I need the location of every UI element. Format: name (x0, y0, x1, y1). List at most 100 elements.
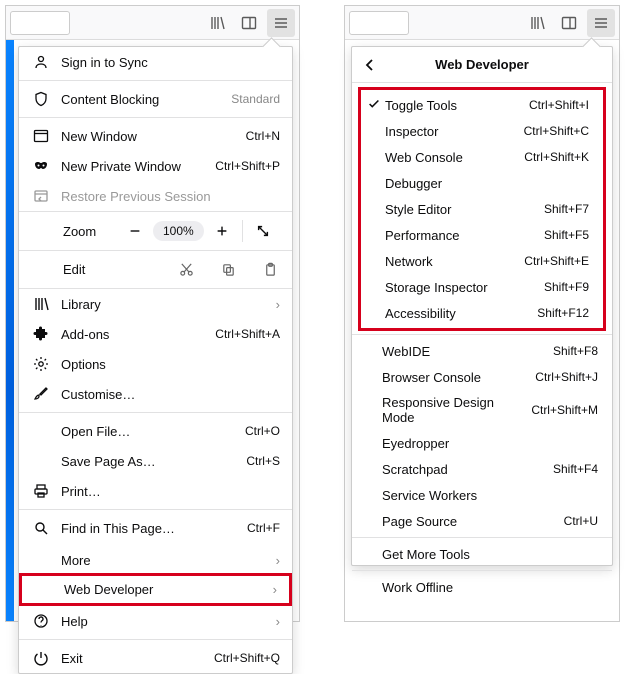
item-shortcut: Shift+F8 (553, 344, 598, 358)
more-item[interactable]: More › (19, 543, 292, 573)
exit-item[interactable]: Exit Ctrl+Shift+Q (19, 643, 292, 673)
service-workers-item[interactable]: Service Workers (352, 482, 612, 508)
chevron-right-icon: › (276, 553, 280, 568)
restore-label: Restore Previous Session (61, 189, 280, 204)
responsive-design-item[interactable]: Responsive Design Mode Ctrl+Shift+M (352, 390, 612, 430)
power-icon (33, 650, 49, 666)
item-shortcut: Shift+F9 (544, 280, 589, 294)
new-window-label: New Window (61, 129, 234, 144)
devtools-group-highlight: Toggle Tools Ctrl+Shift+I Inspector Ctrl… (358, 87, 606, 331)
sidebar-icon[interactable] (235, 9, 263, 37)
style-editor-item[interactable]: Style Editor Shift+F7 (361, 196, 603, 222)
customise-item[interactable]: Customise… (19, 379, 292, 409)
item-label: Work Offline (382, 580, 598, 595)
paste-button[interactable] (256, 256, 284, 284)
help-item[interactable]: Help › (19, 606, 292, 636)
item-shortcut: Shift+F5 (544, 228, 589, 242)
zoom-in-button[interactable] (206, 216, 238, 246)
content-blocking[interactable]: Content Blocking Standard (19, 84, 292, 114)
page-background-strip (6, 40, 14, 621)
get-more-tools-item[interactable]: Get More Tools (352, 541, 612, 567)
library-icon[interactable] (523, 9, 551, 37)
web-developer-item[interactable]: Web Developer › (19, 573, 292, 606)
exit-label: Exit (61, 651, 202, 666)
open-file-shortcut: Ctrl+O (245, 424, 280, 438)
web-console-item[interactable]: Web Console Ctrl+Shift+K (361, 144, 603, 170)
item-shortcut: Ctrl+Shift+J (535, 370, 598, 384)
copy-button[interactable] (214, 256, 242, 284)
item-label: Service Workers (382, 488, 598, 503)
firefox-window-left: Sign in to Sync Content Blocking Standar… (5, 5, 300, 622)
inspector-item[interactable]: Inspector Ctrl+Shift+C (361, 118, 603, 144)
hamburger-menu-icon[interactable] (267, 9, 295, 37)
zoom-value[interactable]: 100% (153, 221, 204, 241)
toolbar (345, 6, 619, 40)
sidebar-icon[interactable] (555, 9, 583, 37)
edit-controls: Edit (19, 251, 292, 289)
hamburger-menu-icon[interactable] (587, 9, 615, 37)
submenu-title: Web Developer (435, 57, 529, 72)
item-label: Web Console (385, 150, 514, 165)
paintbrush-icon (33, 386, 49, 402)
search-icon (33, 520, 49, 536)
library-item[interactable]: Library › (19, 289, 292, 319)
exit-shortcut: Ctrl+Shift+Q (214, 651, 280, 665)
url-bar[interactable] (10, 11, 70, 35)
item-label: Inspector (385, 124, 514, 139)
addons-shortcut: Ctrl+Shift+A (215, 327, 280, 341)
item-label: Debugger (385, 176, 589, 191)
content-blocking-label: Content Blocking (61, 92, 219, 107)
library-icon[interactable] (203, 9, 231, 37)
back-button[interactable] (362, 57, 378, 73)
addons-label: Add-ons (61, 327, 203, 342)
web-developer-submenu: Web Developer Toggle Tools Ctrl+Shift+I … (351, 46, 613, 566)
new-window-shortcut: Ctrl+N (246, 129, 280, 143)
zoom-label: Zoom (63, 224, 117, 239)
page-source-item[interactable]: Page Source Ctrl+U (352, 508, 612, 534)
window-icon (33, 128, 49, 144)
separator (19, 639, 292, 640)
scratchpad-item[interactable]: Scratchpad Shift+F4 (352, 456, 612, 482)
options-item[interactable]: Options (19, 349, 292, 379)
url-bar[interactable] (349, 11, 409, 35)
print-item[interactable]: Print… (19, 476, 292, 506)
work-offline-item[interactable]: Work Offline (352, 574, 612, 600)
debugger-item[interactable]: Debugger (361, 170, 603, 196)
item-label: Toggle Tools (385, 98, 519, 113)
item-label: Storage Inspector (385, 280, 534, 295)
storage-inspector-item[interactable]: Storage Inspector Shift+F9 (361, 274, 603, 300)
performance-item[interactable]: Performance Shift+F5 (361, 222, 603, 248)
fullscreen-button[interactable] (247, 216, 279, 246)
library-label: Library (61, 297, 264, 312)
webide-item[interactable]: WebIDE Shift+F8 (352, 338, 612, 364)
submenu-header: Web Developer (352, 47, 612, 83)
item-shortcut: Ctrl+Shift+E (524, 254, 589, 268)
eyedropper-item[interactable]: Eyedropper (352, 430, 612, 456)
zoom-out-button[interactable] (119, 216, 151, 246)
accessibility-item[interactable]: Accessibility Shift+F12 (361, 300, 603, 326)
new-private-label: New Private Window (61, 159, 203, 174)
save-as-item[interactable]: Save Page As… Ctrl+S (19, 446, 292, 476)
toggle-tools-item[interactable]: Toggle Tools Ctrl+Shift+I (361, 92, 603, 118)
new-window[interactable]: New Window Ctrl+N (19, 121, 292, 151)
item-shortcut: Ctrl+U (564, 514, 598, 528)
item-shortcut: Shift+F12 (537, 306, 589, 320)
cut-button[interactable] (172, 256, 200, 284)
item-label: Browser Console (382, 370, 525, 385)
options-label: Options (61, 357, 280, 372)
separator (19, 412, 292, 413)
item-label: Eyedropper (382, 436, 598, 451)
restore-icon (33, 188, 49, 204)
open-file-label: Open File… (61, 424, 233, 439)
find-item[interactable]: Find in This Page… Ctrl+F (19, 513, 292, 543)
item-shortcut: Shift+F4 (553, 462, 598, 476)
addons-item[interactable]: Add-ons Ctrl+Shift+A (19, 319, 292, 349)
sign-in-to-sync[interactable]: Sign in to Sync (19, 47, 292, 77)
help-label: Help (61, 614, 264, 629)
open-file-item[interactable]: Open File… Ctrl+O (19, 416, 292, 446)
find-label: Find in This Page… (61, 521, 235, 536)
new-private-window[interactable]: New Private Window Ctrl+Shift+P (19, 151, 292, 181)
network-item[interactable]: Network Ctrl+Shift+E (361, 248, 603, 274)
browser-console-item[interactable]: Browser Console Ctrl+Shift+J (352, 364, 612, 390)
save-as-label: Save Page As… (61, 454, 234, 469)
